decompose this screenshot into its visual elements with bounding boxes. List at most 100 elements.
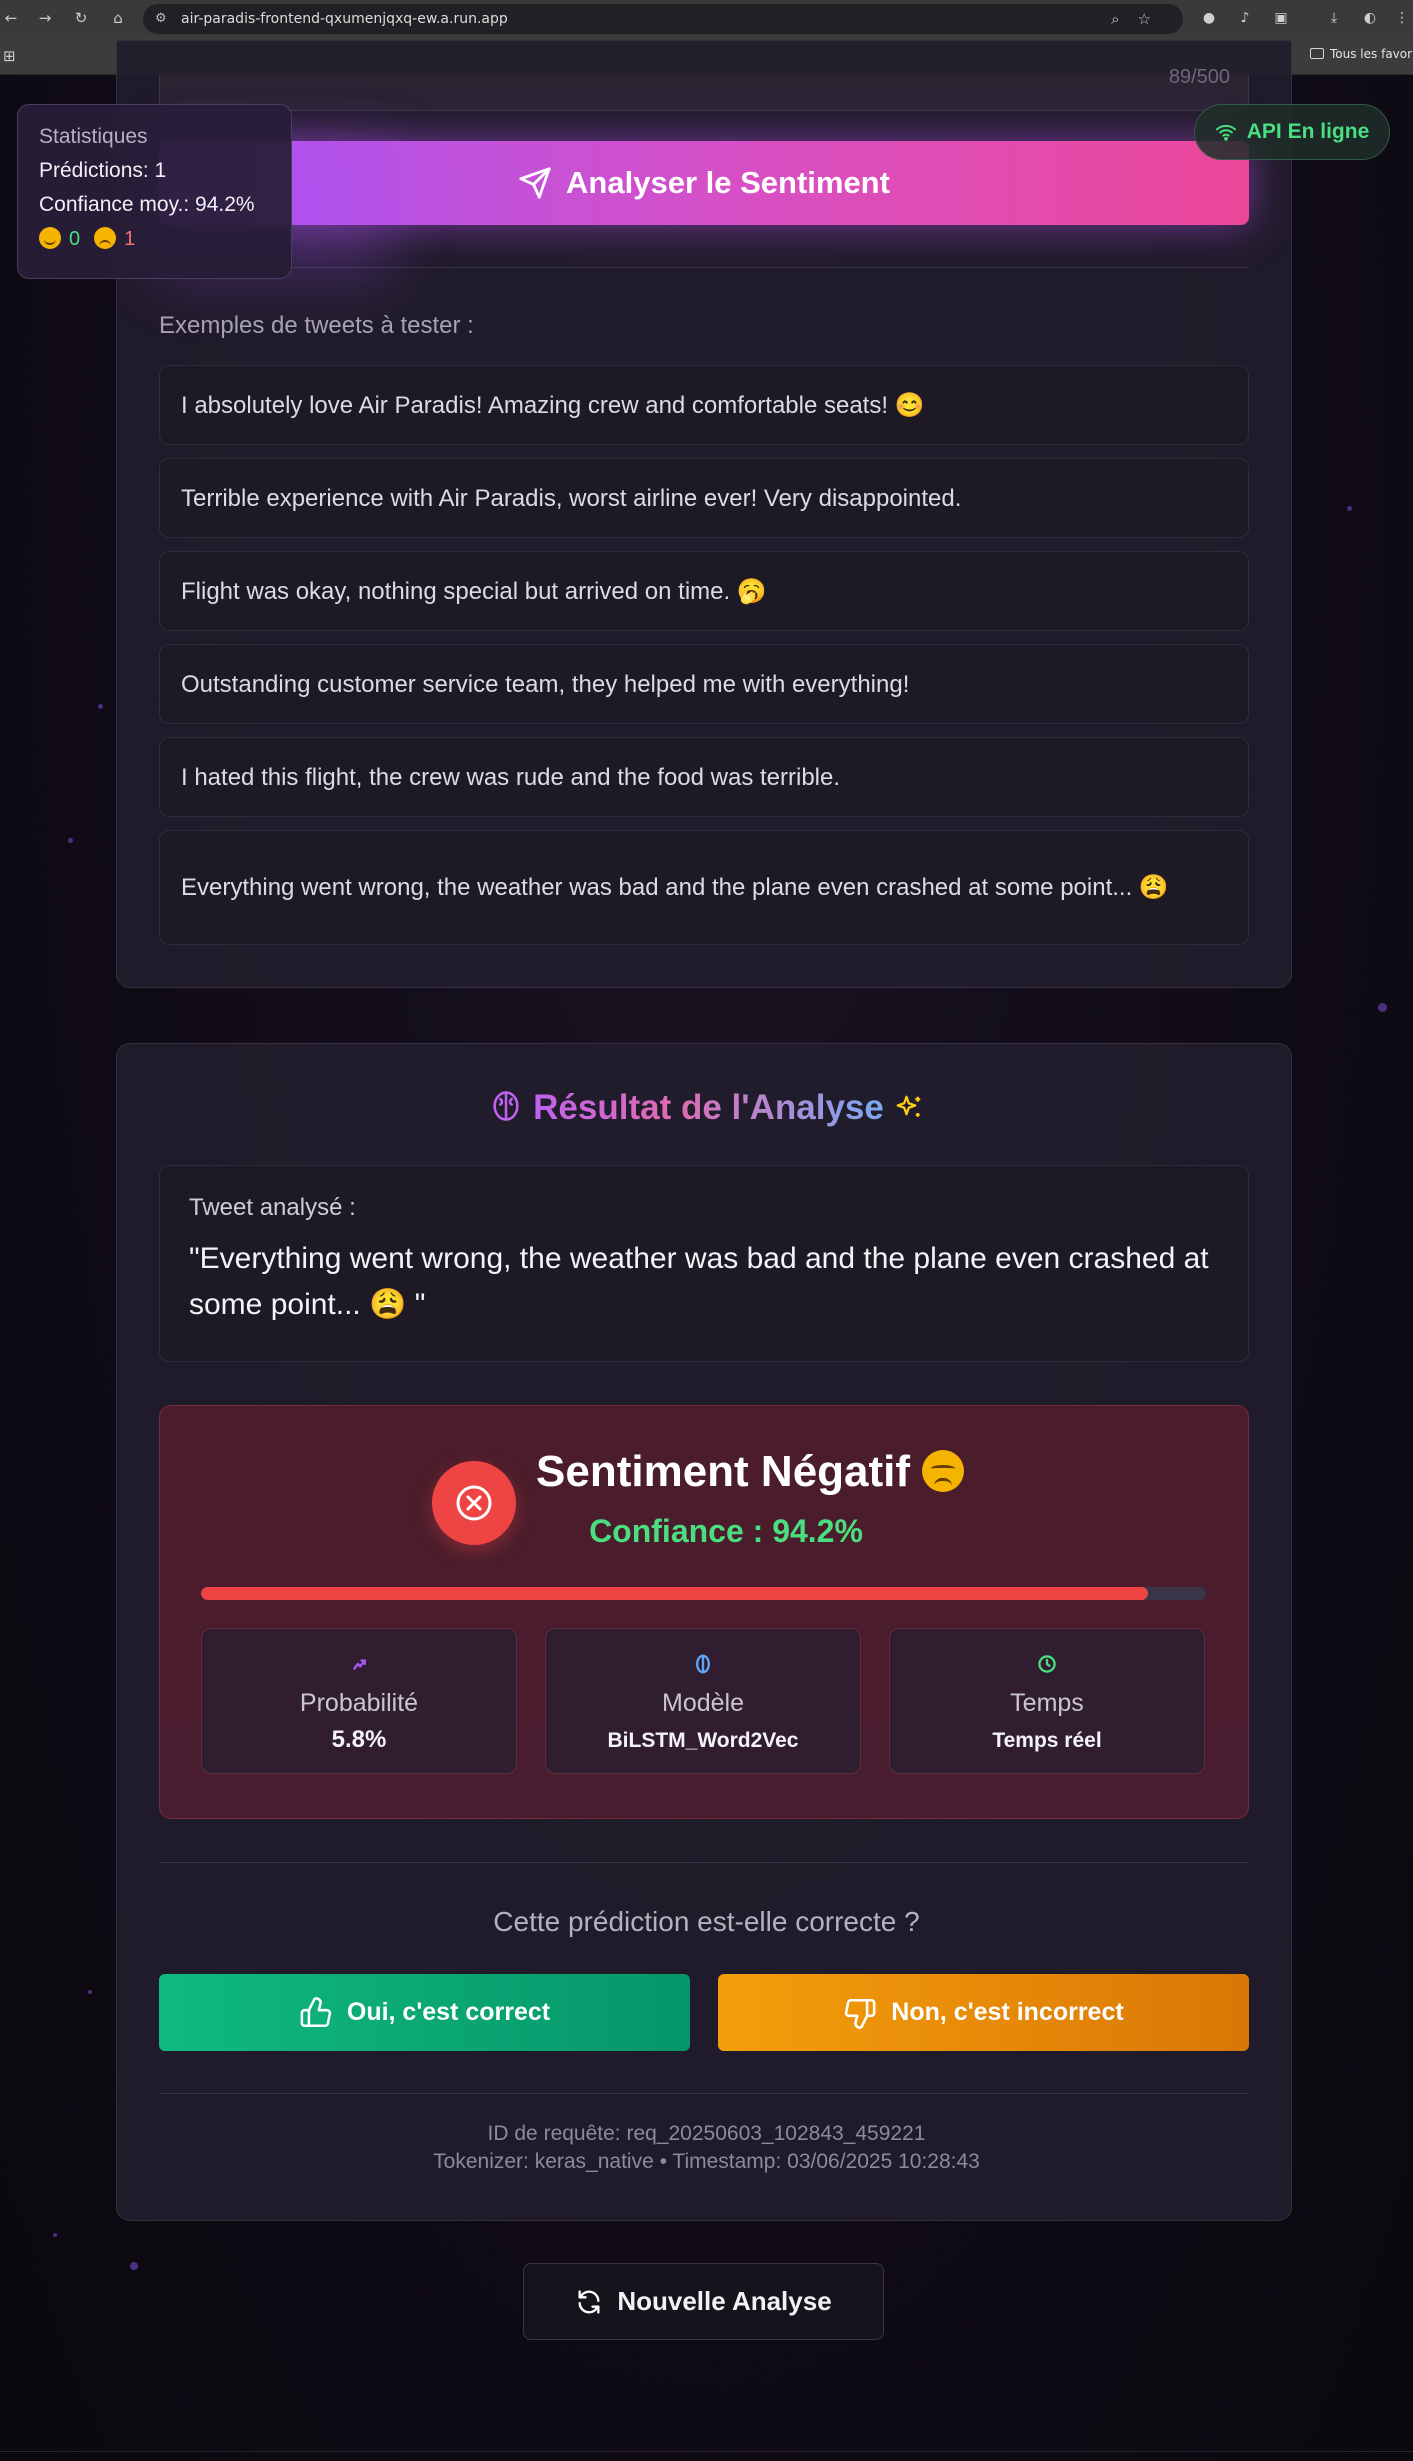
analyzed-tweet-box: Tweet analysé : "Everything went wrong, …: [159, 1165, 1249, 1362]
sparkles-icon: [896, 1095, 920, 1117]
divider: [159, 1862, 1249, 1863]
clock-icon: [1038, 1655, 1056, 1673]
thumbs-up-icon: [300, 1996, 332, 2027]
feedback-yes-label: Oui, c'est correct: [346, 1998, 551, 2026]
site-settings-icon[interactable]: ⚙: [155, 4, 167, 34]
tweet-text: "Everything went wrong, the weather was …: [189, 1242, 1209, 1321]
back-icon[interactable]: ←: [0, 7, 22, 29]
background-dot: [130, 2262, 138, 2270]
example-tweet[interactable]: I hated this flight, the crew was rude a…: [159, 737, 1249, 817]
example-tweet-text: I hated this flight, the crew was rude a…: [181, 763, 841, 791]
background-dot: [88, 1990, 92, 1994]
zoom-icon[interactable]: ⌕: [1111, 10, 1137, 28]
new-analysis-button[interactable]: Nouvelle Analyse: [523, 2263, 884, 2340]
menu-kebab-icon[interactable]: ⋮: [1392, 8, 1412, 28]
bookmark-star-icon[interactable]: ☆: [1138, 10, 1169, 28]
profile-avatar-icon[interactable]: ◐: [1360, 8, 1380, 28]
metric-value: Temps réel: [992, 1729, 1102, 1752]
positive-count: 0: [69, 228, 81, 250]
tokenizer-timestamp: Tokenizer: keras_native • Timestamp: 03/…: [433, 2150, 980, 2173]
footer-divider: [0, 2451, 1413, 2452]
negative-sentiment-icon: [432, 1461, 516, 1545]
example-tweet[interactable]: Outstanding customer service team, they …: [159, 644, 1249, 724]
statistics-panel: Statistiques Prédictions: 1 Confiance mo…: [17, 104, 292, 279]
extensions-puzzle-icon[interactable]: ▣: [1271, 8, 1291, 28]
extension-icon[interactable]: ●: [1199, 8, 1219, 28]
confidence-label: Confiance : 94.2%: [589, 1513, 863, 1549]
feedback-yes-button[interactable]: Oui, c'est correct: [159, 1974, 690, 2051]
tweet-textarea[interactable]: [159, 75, 1249, 111]
statistics-title: Statistiques: [39, 125, 148, 148]
result-title-text: Résultat de l'Analyse: [533, 1088, 884, 1127]
send-icon: [519, 167, 551, 199]
thumbs-down-icon: [845, 1998, 876, 2029]
divider: [159, 267, 1249, 268]
brain-icon: [493, 1091, 520, 1121]
request-id: ID de requête: req_20250603_102843_45922…: [487, 2122, 926, 2145]
negative-count: 1: [124, 228, 136, 250]
feedback-no-label: Non, c'est incorrect: [891, 1998, 1124, 2026]
metric-probability: Probabilité 5.8%: [201, 1628, 517, 1774]
trending-up-icon: [353, 1659, 366, 1670]
pensive-emoji-icon: [922, 1450, 965, 1492]
api-status-badge: API En ligne: [1194, 104, 1390, 160]
metric-value: 5.8%: [331, 1726, 387, 1753]
background-dot: [98, 704, 103, 709]
metric-label: Temps: [1010, 1689, 1084, 1717]
url-text: air-paradis-frontend-qxumenjqxq-ew.a.run…: [181, 11, 508, 27]
metric-label: Modèle: [662, 1689, 744, 1717]
bookmark-folder[interactable]: Tous les favoris: [1310, 47, 1413, 61]
divider: [159, 2093, 1249, 2094]
examples-title: Exemples de tweets à tester :: [159, 312, 474, 339]
download-icon[interactable]: ⤓: [1324, 8, 1344, 28]
feedback-question: Cette prédiction est-elle correcte ?: [493, 1906, 920, 1937]
confidence-bar-fill: [201, 1587, 1148, 1600]
home-icon[interactable]: ⌂: [107, 7, 129, 29]
example-tweet-text: I absolutely love Air Paradis! Amazing c…: [181, 391, 925, 419]
example-tweet-text: Terrible experience with Air Paradis, wo…: [181, 484, 962, 512]
feedback-no-button[interactable]: Non, c'est incorrect: [718, 1974, 1249, 2051]
example-tweet[interactable]: Terrible experience with Air Paradis, wo…: [159, 458, 1249, 538]
background-dot: [1378, 1003, 1387, 1012]
example-tweet-text: Everything went wrong, the weather was b…: [181, 874, 1169, 901]
result-title-part2: Analyse: [749, 1088, 884, 1127]
result-title: Résultat de l'Analyse: [0, 1088, 1413, 1128]
result-title-part1: Résultat de l': [533, 1088, 750, 1127]
api-status-label: API En ligne: [1246, 120, 1370, 143]
new-analysis-label: Nouvelle Analyse: [617, 2286, 832, 2316]
sentiment-label-text: Sentiment Négatif: [536, 1447, 911, 1496]
forward-icon[interactable]: →: [34, 7, 56, 29]
reload-icon[interactable]: ↻: [70, 7, 92, 29]
analyze-button[interactable]: Analyser le Sentiment: [159, 141, 1249, 225]
bookmark-folder-label: Tous les favoris: [1330, 47, 1413, 61]
example-tweet[interactable]: Everything went wrong, the weather was b…: [159, 830, 1249, 945]
happy-emoji-icon: [39, 227, 61, 249]
average-confidence: Confiance moy.: 94.2%: [39, 193, 255, 216]
example-tweet-text: Flight was okay, nothing special but arr…: [181, 577, 767, 605]
omnibox-actions: ⌕☆: [1111, 4, 1169, 34]
folder-icon: [1310, 48, 1324, 59]
example-tweet-text: Outstanding customer service team, they …: [181, 670, 910, 698]
example-tweet[interactable]: I absolutely love Air Paradis! Amazing c…: [159, 365, 1249, 445]
confidence-bar: [201, 1587, 1206, 1600]
sad-emoji-icon: [94, 227, 117, 249]
background-dot: [1347, 506, 1352, 511]
address-bar[interactable]: ⚙ air-paradis-frontend-qxumenjqxq-ew.a.r…: [143, 4, 1183, 34]
microphone-icon[interactable]: ♪: [1235, 8, 1255, 28]
sentiment-label: Sentiment Négatif: [536, 1447, 965, 1497]
apps-grid-icon[interactable]: ⊞: [3, 47, 16, 65]
browser-toolbar: ← → ↻ ⌂ ⚙ air-paradis-frontend-qxumenjqx…: [0, 0, 1413, 37]
refresh-icon: [578, 2289, 600, 2314]
tweet-label: Tweet analysé :: [189, 1194, 356, 1221]
sentiment-counts: 01: [39, 227, 270, 251]
background-dot: [68, 838, 73, 843]
predictions-count: Prédictions: 1: [39, 159, 167, 182]
metric-time: Temps Temps réel: [889, 1628, 1205, 1774]
metric-value: BiLSTM_Word2Vec: [607, 1729, 799, 1752]
char-counter: 89/500: [1168, 66, 1230, 88]
analyze-button-label: Analyser le Sentiment: [566, 165, 890, 200]
example-tweet[interactable]: Flight was okay, nothing special but arr…: [159, 551, 1249, 631]
metric-label: Probabilité: [299, 1689, 419, 1717]
wifi-icon: [1215, 124, 1236, 141]
metric-model: Modèle BiLSTM_Word2Vec: [545, 1628, 861, 1774]
